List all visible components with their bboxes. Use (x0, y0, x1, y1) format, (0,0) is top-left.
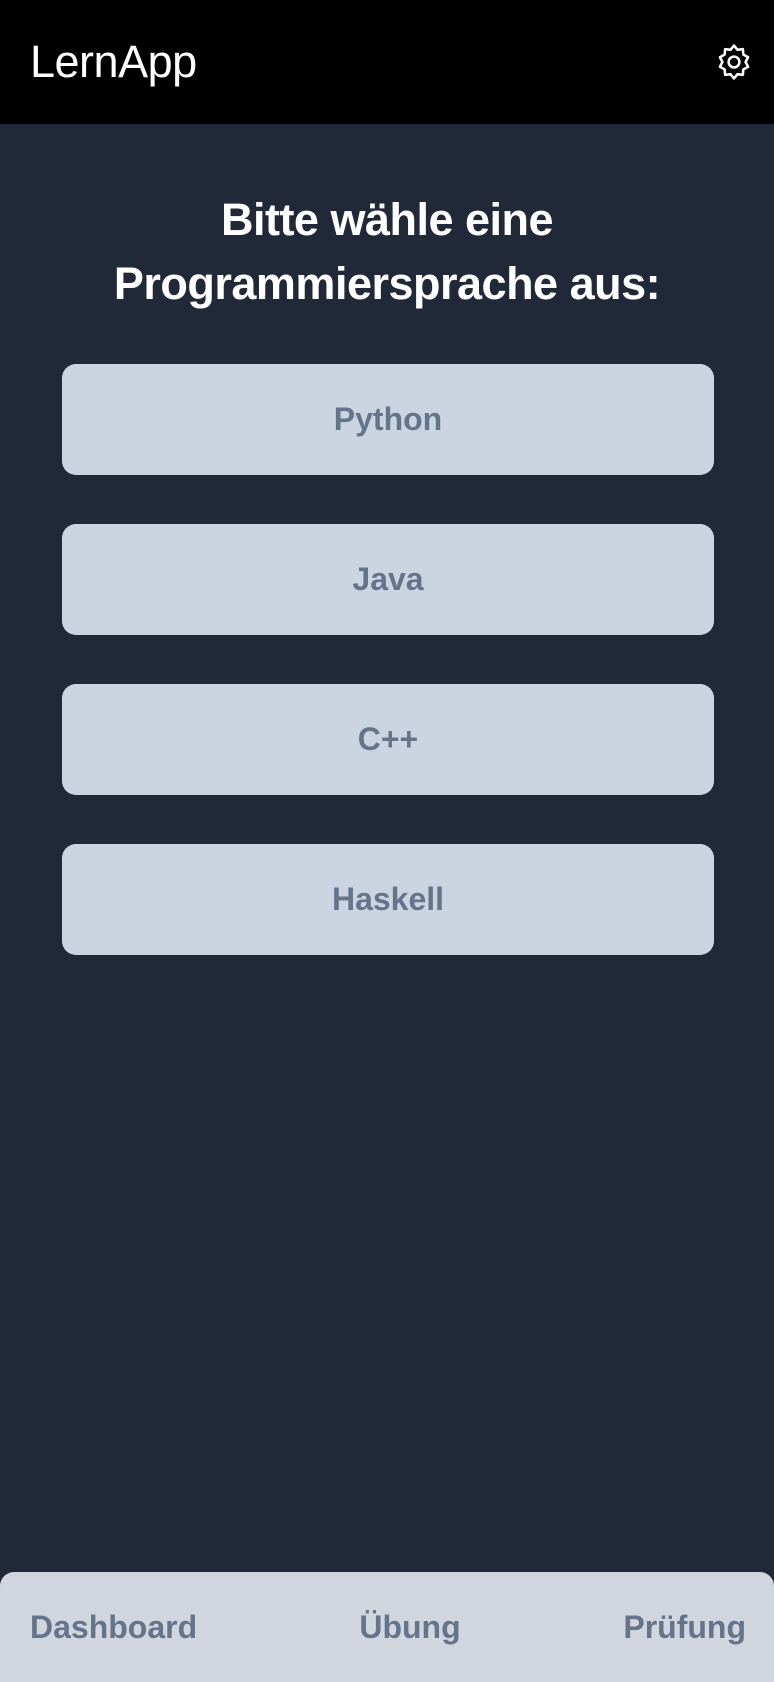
page-title-line-1: Bitte wähle eine (220, 194, 554, 245)
gear-icon (718, 44, 750, 80)
app-title: LernApp (30, 36, 197, 87)
settings-button[interactable] (712, 40, 756, 84)
nav-item-pruefung[interactable]: Prüfung (623, 1572, 746, 1682)
language-button-cpp[interactable]: C++ (62, 684, 714, 795)
language-button-python[interactable]: Python (62, 364, 714, 475)
bottom-navigation: Dashboard Übung Prüfung (0, 1572, 774, 1682)
page-title: Bitte wähle eine Programmiersprache aus: (0, 188, 774, 316)
app-header: LernApp (0, 0, 774, 124)
page-title-line-2: Programmiersprache aus: (113, 258, 661, 309)
language-list: Python Java C++ Haskell (62, 364, 714, 1004)
language-button-haskell[interactable]: Haskell (62, 844, 714, 955)
language-button-java[interactable]: Java (62, 524, 714, 635)
